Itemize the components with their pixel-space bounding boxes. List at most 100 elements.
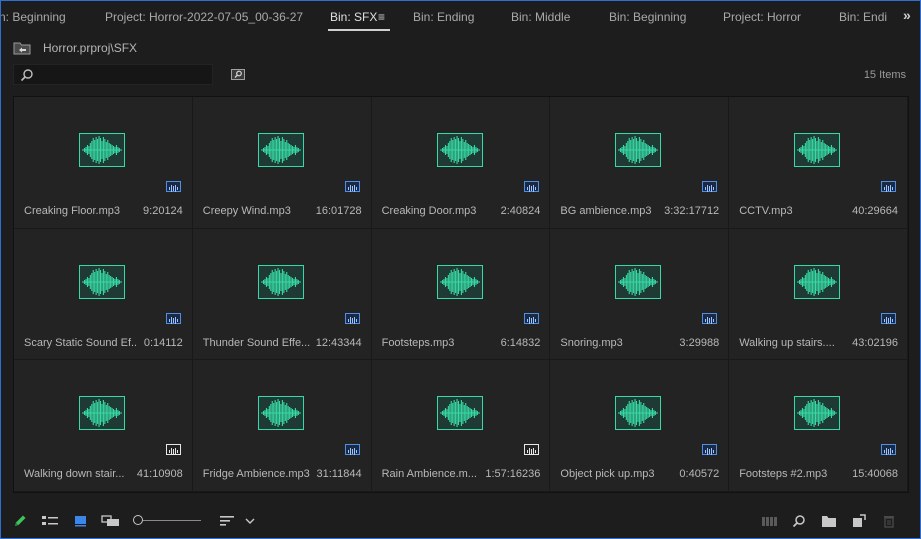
item-duration: 41:10908	[136, 468, 183, 481]
tab-bar: n: Beginning Project: Horror-2022-07-05_…	[1, 1, 920, 33]
item-duration: 16:01728	[315, 205, 362, 217]
audio-waveform-thumbnail[interactable]	[436, 396, 483, 431]
item-grid: Creaking Floor.mp3 9:20124 Creepy Wind.mp3…	[13, 96, 909, 493]
tab-bin-ending[interactable]: Bin: Ending	[413, 10, 474, 24]
bin-path: Horror.prproj\SFX	[43, 41, 138, 55]
audio-waveform-thumbnail[interactable]	[257, 264, 304, 299]
folder-up-icon[interactable]	[13, 41, 31, 55]
item-name[interactable]: Creaking Floor.mp3	[24, 205, 120, 217]
audio-waveform-thumbnail[interactable]	[615, 264, 662, 299]
audio-waveform-thumbnail[interactable]	[615, 396, 662, 431]
item-name[interactable]: Walking down stair...	[24, 468, 124, 480]
new-item-icon[interactable]	[852, 514, 866, 528]
sort-icon[interactable]	[219, 514, 235, 528]
item-duration: 0:40572	[679, 468, 720, 481]
item-name[interactable]: CCTV.mp3	[739, 205, 792, 217]
audio-waveform-thumbnail[interactable]	[257, 396, 304, 431]
bottom-toolbar	[1, 506, 920, 536]
audio-waveform-thumbnail[interactable]	[794, 264, 841, 299]
item-name[interactable]: Creaking Door.mp3	[382, 205, 477, 217]
item-name[interactable]: Footsteps.mp3	[382, 337, 455, 349]
automate-sequence-icon[interactable]	[761, 514, 779, 528]
waveform-icon	[618, 267, 659, 296]
search-input[interactable]	[13, 64, 213, 85]
project-item[interactable]: Creaking Door.mp3 2:40824	[371, 97, 551, 229]
find-bin-icon[interactable]	[231, 68, 245, 80]
freeform-view-icon[interactable]	[101, 514, 121, 528]
item-name[interactable]: Snoring.mp3	[560, 337, 622, 349]
audio-badge-icon	[881, 312, 897, 324]
project-item[interactable]: CCTV.mp3 40:29664	[729, 97, 908, 229]
audio-waveform-thumbnail[interactable]	[615, 133, 662, 167]
audio-badge-icon	[702, 444, 718, 456]
waveform-icon	[797, 136, 838, 164]
project-item[interactable]: Creepy Wind.mp3 16:01728	[192, 97, 372, 229]
double-chevron-right-icon[interactable]: »	[903, 7, 911, 23]
tab-project-horror-dated[interactable]: Project: Horror-2022-07-05_00-36-27	[105, 10, 303, 24]
item-duration: 3:32:17712	[664, 205, 720, 217]
item-name[interactable]: Walking up stairs....	[739, 337, 835, 349]
audio-badge-icon	[702, 312, 718, 324]
tab-bin-beginning-partial[interactable]: n: Beginning	[1, 10, 66, 24]
audio-waveform-thumbnail[interactable]	[257, 133, 304, 167]
audio-badge-icon	[523, 312, 539, 324]
project-item[interactable]: Fridge Ambience.mp3 31:11844	[192, 360, 372, 492]
waveform-icon	[618, 399, 659, 428]
audio-waveform-thumbnail[interactable]	[794, 133, 841, 167]
project-item[interactable]: Creaking Floor.mp3 9:20124	[14, 97, 193, 229]
icon-view-icon[interactable]	[74, 514, 88, 528]
find-icon[interactable]	[792, 514, 806, 528]
project-item[interactable]: BG ambience.mp3 3:32:17712	[550, 97, 730, 229]
project-item[interactable]: Scary Static Sound Ef... 0:14112	[14, 228, 193, 361]
tab-bin-middle[interactable]: Bin: Middle	[511, 10, 570, 24]
audio-badge-icon	[344, 444, 360, 456]
list-view-icon[interactable]	[41, 514, 59, 528]
item-duration: 43:02196	[852, 336, 898, 349]
project-item[interactable]: Walking down stair... 41:10908	[14, 360, 193, 492]
waveform-icon	[82, 399, 122, 428]
project-item[interactable]: Rain Ambience.m... 1:57:16236	[371, 360, 551, 492]
pencil-icon[interactable]	[13, 514, 27, 528]
audio-badge-icon	[166, 181, 181, 192]
item-name[interactable]: Fridge Ambience.mp3	[203, 468, 310, 480]
audio-waveform-thumbnail[interactable]	[79, 133, 125, 167]
item-duration: 9:20124	[143, 205, 183, 217]
tab-project-horror[interactable]: Project: Horror	[723, 10, 801, 24]
audio-badge-icon	[702, 181, 718, 192]
audio-waveform-thumbnail[interactable]	[79, 264, 125, 299]
item-duration: 2:40824	[500, 205, 541, 217]
project-item[interactable]: Thunder Sound Effe... 12:43344	[192, 228, 372, 361]
items-count: 15 Items	[863, 69, 906, 81]
tab-bin-ending-partial[interactable]: Bin: Endi	[839, 10, 887, 24]
active-tab-underline	[328, 29, 390, 31]
chevron-down-icon[interactable]	[244, 514, 256, 528]
zoom-slider-track[interactable]	[143, 520, 201, 521]
project-item[interactable]: Walking up stairs.... 43:02196	[729, 228, 908, 361]
item-name[interactable]: Thunder Sound Effe...	[203, 337, 310, 349]
project-item[interactable]: Object pick up.mp3 0:40572	[550, 360, 730, 492]
audio-waveform-thumbnail[interactable]	[436, 264, 483, 299]
audio-waveform-thumbnail[interactable]	[436, 133, 483, 167]
audio-badge-icon	[881, 181, 897, 192]
item-name[interactable]: Scary Static Sound Ef...	[24, 337, 136, 349]
search-icon	[20, 69, 33, 82]
project-item[interactable]: Footsteps #2.mp3 15:40068	[729, 360, 908, 492]
audio-badge-icon	[166, 312, 181, 324]
tab-bin-beginning[interactable]: Bin: Beginning	[609, 10, 686, 24]
project-item[interactable]: Footsteps.mp3 6:14832	[371, 228, 551, 361]
item-name[interactable]: Rain Ambience.m...	[382, 468, 477, 480]
item-name[interactable]: BG ambience.mp3	[560, 205, 651, 217]
audio-waveform-thumbnail[interactable]	[79, 396, 125, 431]
item-duration: 15:40068	[852, 468, 898, 481]
project-item[interactable]: Snoring.mp3 3:29988	[550, 228, 730, 361]
item-name[interactable]: Creepy Wind.mp3	[203, 205, 291, 217]
new-bin-icon[interactable]	[821, 514, 837, 528]
waveform-icon	[260, 136, 301, 164]
tab-menu-hamburger-icon[interactable]: ≡	[378, 10, 385, 24]
trash-icon[interactable]	[882, 514, 896, 528]
audio-waveform-thumbnail[interactable]	[794, 396, 841, 431]
item-name[interactable]: Footsteps #2.mp3	[739, 468, 827, 480]
zoom-slider-handle[interactable]	[133, 515, 143, 525]
tab-bin-sfx[interactable]: Bin: SFX	[330, 10, 377, 24]
item-name[interactable]: Object pick up.mp3	[560, 468, 654, 480]
